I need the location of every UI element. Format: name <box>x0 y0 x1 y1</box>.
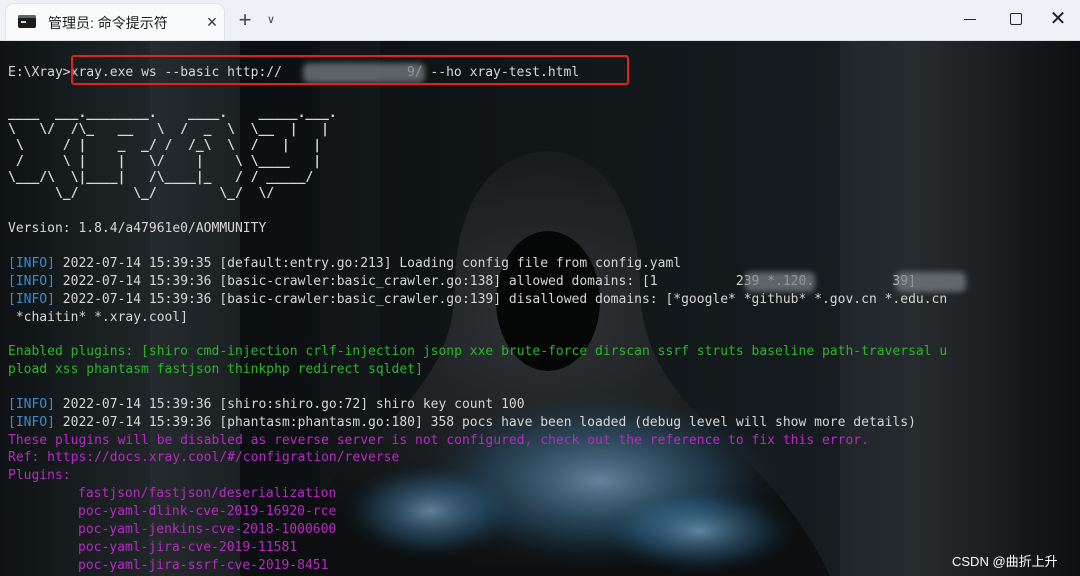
terminal-body[interactable]: E:\Xray>xray.exe ws --basic http://9/ --… <box>0 41 1080 576</box>
log-line-continuation: *chaitin* *.xray.cool] <box>8 310 189 325</box>
title-bar: 管理员: 命令提示符 × + ∨ ✕ <box>0 0 1080 41</box>
enabled-plugins-line: pload xss phantasm fastjson thinkphp red… <box>8 362 423 377</box>
log-line: [INFO] 2022-07-14 15:39:36 [basic-crawle… <box>8 291 947 309</box>
minimize-icon <box>964 19 976 20</box>
log-text: 2022-07-14 15:39:36 [shiro:shiro.go:72] … <box>54 397 525 412</box>
info-tag: [INFO] <box>8 397 55 412</box>
plugin-item: poc-yaml-jira-cve-2019-11581 <box>78 540 298 555</box>
ascii-banner-line: \_/ \_/ \_/ \/ <box>8 186 275 201</box>
tab-title: 管理员: 命令提示符 <box>48 15 168 31</box>
plugin-item: fastjson/fastjson/deserialization <box>78 486 337 501</box>
tab-close-icon[interactable]: × <box>202 12 222 32</box>
terminal-window: 管理员: 命令提示符 × + ∨ ✕ E:\Xray>xray.exe ws -… <box>0 0 1080 576</box>
redacted-domain-blur <box>745 272 815 292</box>
tab-command-prompt[interactable]: 管理员: 命令提示符 × <box>6 4 224 40</box>
maximize-button[interactable] <box>996 4 1036 34</box>
chevron-down-icon[interactable]: ∨ <box>262 11 280 29</box>
info-tag: [INFO] <box>8 256 55 271</box>
info-tag: [INFO] <box>8 292 55 307</box>
csdn-watermark: CSDN @曲折上升 <box>952 554 1058 569</box>
plugins-label: Plugins: <box>8 468 71 483</box>
minimize-button[interactable] <box>950 4 990 34</box>
maximize-icon <box>1010 13 1022 25</box>
log-text: 2022-07-14 15:39:36 [basic-crawler:basic… <box>54 292 948 307</box>
plugin-item: poc-yaml-jenkins-cve-2018-1000600 <box>78 522 337 537</box>
log-line: [INFO] 2022-07-14 15:39:36 [phantasm:pha… <box>8 414 916 432</box>
prompt: E:\Xray> <box>8 65 71 80</box>
enabled-plugins-line: Enabled plugins: [shiro cmd-injection cr… <box>8 344 948 359</box>
plugin-item: poc-yaml-jira-ssrf-cve-2019-8451 <box>78 558 329 573</box>
command-highlight-box <box>71 55 629 85</box>
plugin-item: poc-yaml-dlink-cve-2019-16920-rce <box>78 504 337 519</box>
new-tab-plus-icon[interactable]: + <box>234 9 256 31</box>
terminal-icon <box>18 15 36 28</box>
info-tag: [INFO] <box>8 274 55 289</box>
redacted-domain-blur <box>896 272 966 292</box>
close-button[interactable]: ✕ <box>1038 4 1078 34</box>
log-text: 2022-07-14 15:39:36 [phantasm:phantasm.g… <box>54 415 916 430</box>
info-tag: [INFO] <box>8 415 55 430</box>
log-line: [INFO] 2022-07-14 15:39:36 [shiro:shiro.… <box>8 396 525 414</box>
log-text: 2022-07-14 15:39:35 [default:entry.go:21… <box>54 256 682 271</box>
log-line: [INFO] 2022-07-14 15:39:35 [default:entr… <box>8 255 681 273</box>
warning-line: These plugins will be disabled as revers… <box>8 433 869 448</box>
version-line: Version: 1.8.4/a47961e0/AOMMUNITY <box>8 221 267 236</box>
reference-link[interactable]: Ref: https://docs.xray.cool/#/configrati… <box>8 449 399 467</box>
